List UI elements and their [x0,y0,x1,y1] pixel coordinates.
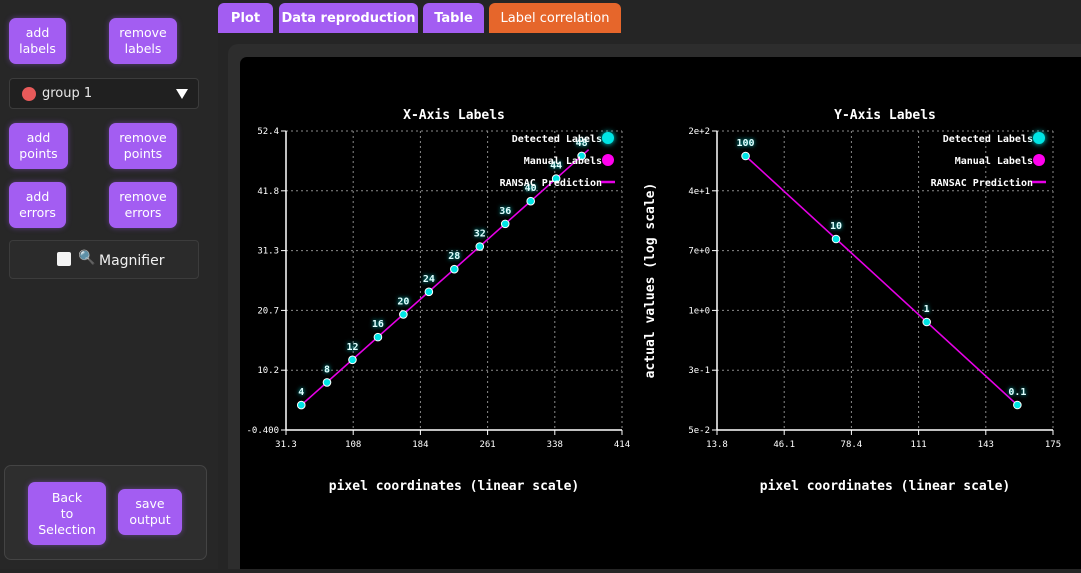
detected-label-point [475,242,485,251]
detected-label-point [922,317,931,327]
y-tick-label: 1e+0 [688,306,710,316]
group-color-dot [22,87,36,101]
y-tick-label: 20.7 [257,306,279,316]
legend-label: Detected Labels [943,134,1033,145]
data-label: 28 [448,251,460,262]
magnifier-icon: 🔍 [78,250,96,266]
tab-table[interactable]: Table [423,3,484,33]
data-label: 12 [346,342,358,353]
magnifier-toggle[interactable]: 🔍 Magnifier [9,240,199,279]
detected-label-point [526,196,535,206]
legend-marker-manual [602,154,614,166]
legend-marker-manual [1033,154,1045,166]
remove-labels-button[interactable]: remove labels [109,18,177,64]
sidebar: add labels remove labels group 1 add poi… [0,0,218,569]
data-label: 16 [372,319,384,330]
x-tick-label: 46.1 [773,440,795,450]
detected-label-point [296,400,306,410]
x-tick-label: 78.4 [841,440,863,450]
magnifier-checkbox[interactable] [57,252,71,266]
data-label: 8 [324,364,330,375]
chart-area: 31.3 108 184 261 338 414 -0.400 10.2 20.7 31.3 41.… [240,57,1081,569]
detected-label-point [450,264,459,274]
x-tick-label: 13.8 [706,440,728,450]
y-tick-label: -0.400 [246,426,279,436]
legend-label: Manual Labels [955,156,1033,167]
x-tick-label: 261 [479,440,495,450]
group-select[interactable]: group 1 [9,78,199,109]
tab-bar: Plot Data reproduction Table Label corre… [218,0,1081,36]
legend-marker-detected [1033,132,1045,144]
remove-points-button[interactable]: remove points [109,123,177,169]
x-tick-label: 111 [910,440,926,450]
detected-label-point [500,219,510,229]
label-correlation-charts: 31.3 108 184 261 338 414-0.40010.220.731.341.… [246,108,1061,494]
y-tick-label: 5e-2 [688,426,710,436]
legend-label: RANSAC Prediction [931,177,1033,189]
legend-label: RANSAC Prediction [500,177,602,189]
y-tick-label: 2e+2 [688,127,710,137]
detected-label-point [1013,400,1022,410]
data-label: 0.1 [1008,387,1026,398]
bottom-actions-panel: Back to Selection save output [4,465,207,560]
x-tick-label: 143 [978,440,994,450]
y-tick-label: 41.8 [257,187,279,197]
group-select-value: group 1 [42,86,93,101]
x-tick-label: 31.3 [275,440,297,450]
save-output-button[interactable]: save output [118,489,182,535]
y-tick-label: 7e+0 [688,247,710,257]
data-label: 100 [737,138,755,149]
x-tick-label: 108 [345,440,361,450]
x-tick-label: 175 [1045,440,1061,450]
add-errors-button[interactable]: add errors [9,182,66,228]
x-axis-title: pixel coordinates (linear scale) [760,479,1010,494]
data-label: 36 [499,206,511,217]
data-label: 10 [830,221,842,232]
add-labels-button[interactable]: add labels [9,18,66,64]
chevron-down-icon [176,89,188,99]
tab-plot[interactable]: Plot [218,3,273,33]
tab-data-reproduction[interactable]: Data reproduction [279,3,418,33]
ransac-prediction-line [745,155,1018,406]
detected-label-point [741,151,750,161]
data-label: 1 [924,304,930,315]
y-tick-label: 4e+1 [688,187,710,197]
x-tick-label: 184 [412,440,428,450]
data-label: 24 [423,274,435,285]
legend-label: Detected Labels [512,134,602,145]
back-to-selection-button[interactable]: Back to Selection [28,482,106,545]
legend-label: Manual Labels [524,156,602,167]
detected-label-point [373,332,383,342]
tab-label-correlation[interactable]: Label correlation [489,3,621,33]
x-axis-title: pixel coordinates (linear scale) [329,479,579,494]
y-tick-label: 31.3 [257,247,279,257]
data-label: 4 [298,387,304,398]
y-axis-title: actual values (log scale) [643,183,658,379]
detected-label-point [348,355,357,365]
data-label: 20 [397,296,409,307]
remove-errors-button[interactable]: remove errors [109,182,177,228]
x-tick-label: 338 [547,440,563,450]
x-tick-label: 414 [614,440,630,450]
y-tick-label: 52.4 [257,127,279,137]
detected-label-point [831,234,841,244]
magnifier-label: Magnifier [99,253,165,269]
y-tick-label: 3e-1 [688,366,710,376]
data-label: 32 [474,229,486,240]
detected-label-point [399,310,408,319]
legend-marker-detected [602,132,614,144]
y-tick-label: 10.2 [257,366,279,376]
detected-label-point [424,287,434,297]
chart-title: Y-Axis Labels [834,108,936,123]
detected-label-point [322,378,332,387]
add-points-button[interactable]: add points [9,123,68,169]
chart-title: X-Axis Labels [403,108,505,123]
